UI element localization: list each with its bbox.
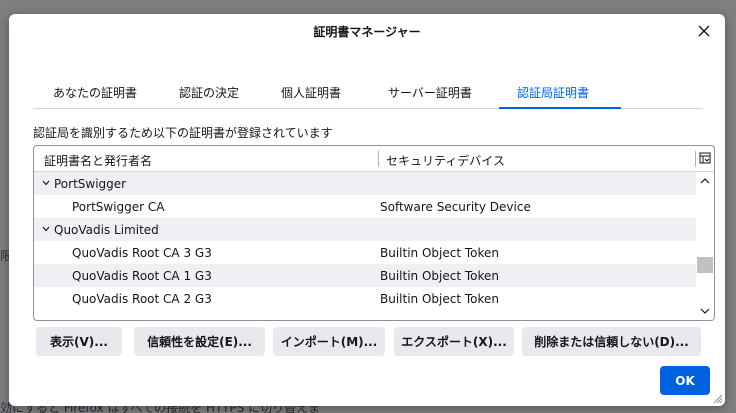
close-icon (698, 25, 710, 37)
tree-row[interactable]: QuoVadis Root CA 2 G3 Builtin Object Tok… (34, 287, 696, 310)
edit-trust-button[interactable]: 信頼性を設定(E)... (134, 327, 265, 356)
column-header-device[interactable]: セキュリティデバイス (386, 152, 505, 169)
active-tab-indicator (499, 107, 621, 109)
tab-bar: あなたの証明書 認証の決定 個人証明書 サーバー証明書 認証局証明書 (33, 74, 703, 109)
tree-header: 証明書名と発行者名 セキュリティデバイス (34, 146, 714, 172)
view-button[interactable]: 表示(V)... (36, 327, 122, 356)
tree-body: PortSwigger PortSwigger CA Software Secu… (34, 172, 696, 320)
scroll-up-icon[interactable] (699, 177, 711, 185)
tree-row[interactable]: QuoVadis Root CA 3 G3 Builtin Object Tok… (34, 241, 696, 264)
tree-group-row[interactable]: QuoVadis Limited (34, 218, 696, 241)
tab-authentication-decisions[interactable]: 認証の決定 (179, 84, 239, 101)
tab-people[interactable]: 個人証明書 (281, 84, 341, 101)
scrollbar-thumb[interactable] (697, 257, 713, 273)
column-separator[interactable] (378, 151, 379, 167)
certificate-manager-dialog: 証明書マネージャー あなたの証明書 認証の決定 個人証明書 サーバー証明書 認証… (9, 14, 725, 406)
column-picker-icon[interactable] (699, 152, 711, 164)
tree-row[interactable]: QuoVadis Root CA 1 G3 Builtin Object Tok… (34, 264, 696, 287)
security-device: Builtin Object Token (380, 268, 500, 283)
close-button[interactable] (693, 20, 715, 42)
column-separator (695, 151, 696, 167)
column-header-name[interactable]: 証明書名と発行者名 (44, 152, 152, 169)
tab-servers[interactable]: サーバー証明書 (388, 84, 472, 101)
tree-group-row[interactable]: PortSwigger (34, 172, 696, 195)
vertical-scrollbar[interactable] (696, 172, 714, 320)
security-device: Builtin Object Token (380, 291, 500, 306)
delete-or-distrust-button[interactable]: 削除または信頼しない(D)... (522, 327, 701, 356)
chevron-down-icon[interactable] (42, 180, 50, 186)
certificate-name: QuoVadis Root CA 3 G3 (72, 245, 212, 260)
group-label: QuoVadis Limited (54, 222, 159, 237)
tree-row[interactable]: PortSwigger CA Software Security Device (34, 195, 696, 218)
certificate-name: QuoVadis Root CA 1 G3 (72, 268, 212, 283)
dialog-title: 証明書マネージャー (313, 25, 421, 39)
ok-button[interactable]: OK (660, 366, 710, 395)
scroll-down-icon[interactable] (699, 307, 711, 315)
tab-authorities[interactable]: 認証局証明書 (517, 84, 589, 101)
tab-your-certificates[interactable]: あなたの証明書 (53, 84, 137, 101)
certificate-name: QuoVadis Root CA 2 G3 (72, 291, 212, 306)
security-device: Builtin Object Token (380, 245, 500, 260)
group-label: PortSwigger (54, 176, 127, 191)
export-button[interactable]: エクスポート(X)... (394, 327, 514, 356)
authorities-description: 認証局を識別するため以下の証明書が登録されています (33, 126, 333, 140)
security-device: Software Security Device (380, 199, 531, 214)
certificate-name: PortSwigger CA (72, 199, 165, 214)
chevron-down-icon[interactable] (42, 226, 50, 232)
import-button[interactable]: インポート(M)... (273, 327, 385, 356)
certificate-tree[interactable]: 証明書名と発行者名 セキュリティデバイス PortSwigger PortSwi… (33, 145, 715, 321)
resize-grip-icon[interactable] (711, 392, 723, 404)
